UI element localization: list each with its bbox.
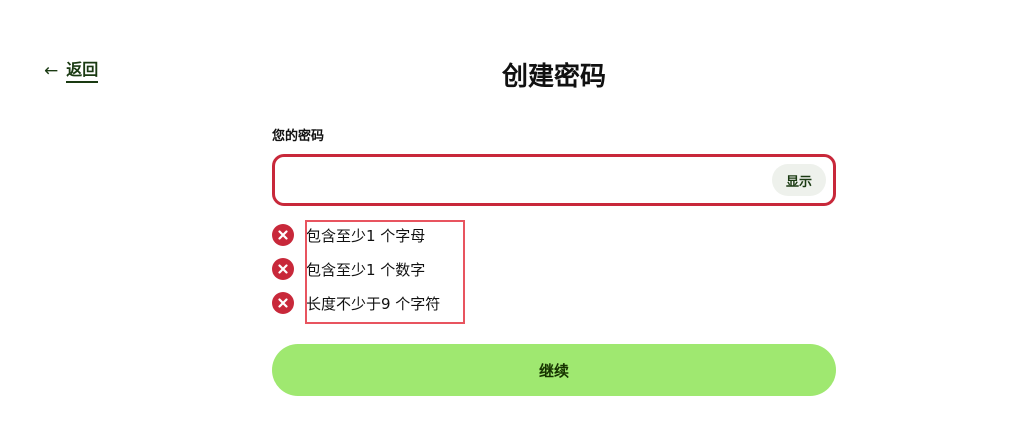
x-mark-icon <box>278 230 288 240</box>
rule-text: 长度不少于9 个字符 <box>306 294 441 313</box>
x-circle-icon <box>272 258 294 280</box>
rule-text: 包含至少1 个数字 <box>306 260 426 279</box>
rule-text: 包含至少1 个字母 <box>306 226 426 245</box>
back-label: 返回 <box>66 60 99 83</box>
password-field-container: 显示 <box>272 154 836 206</box>
back-link[interactable]: ← 返回 <box>44 60 99 83</box>
arrow-left-icon: ← <box>44 61 59 81</box>
continue-button[interactable]: 继续 <box>272 344 836 396</box>
x-mark-icon <box>278 298 288 308</box>
rule-item: 长度不少于9 个字符 <box>272 286 472 320</box>
x-mark-icon <box>278 264 288 274</box>
password-rules-list: 包含至少1 个字母 包含至少1 个数字 长度不少于9 个字符 <box>272 218 472 324</box>
show-password-button[interactable]: 显示 <box>772 164 826 196</box>
x-circle-icon <box>272 292 294 314</box>
password-field-label: 您的密码 <box>272 129 325 144</box>
x-circle-icon <box>272 224 294 246</box>
rule-item: 包含至少1 个字母 <box>272 218 472 252</box>
page-title: 创建密码 <box>501 62 606 92</box>
rule-item: 包含至少1 个数字 <box>272 252 472 286</box>
create-password-page: ← 返回 创建密码 您的密码 显示 包含至少1 个字母 包含至少1 个数字 长度… <box>0 0 1024 442</box>
password-form: 您的密码 显示 <box>272 128 836 206</box>
password-input[interactable] <box>275 156 772 204</box>
